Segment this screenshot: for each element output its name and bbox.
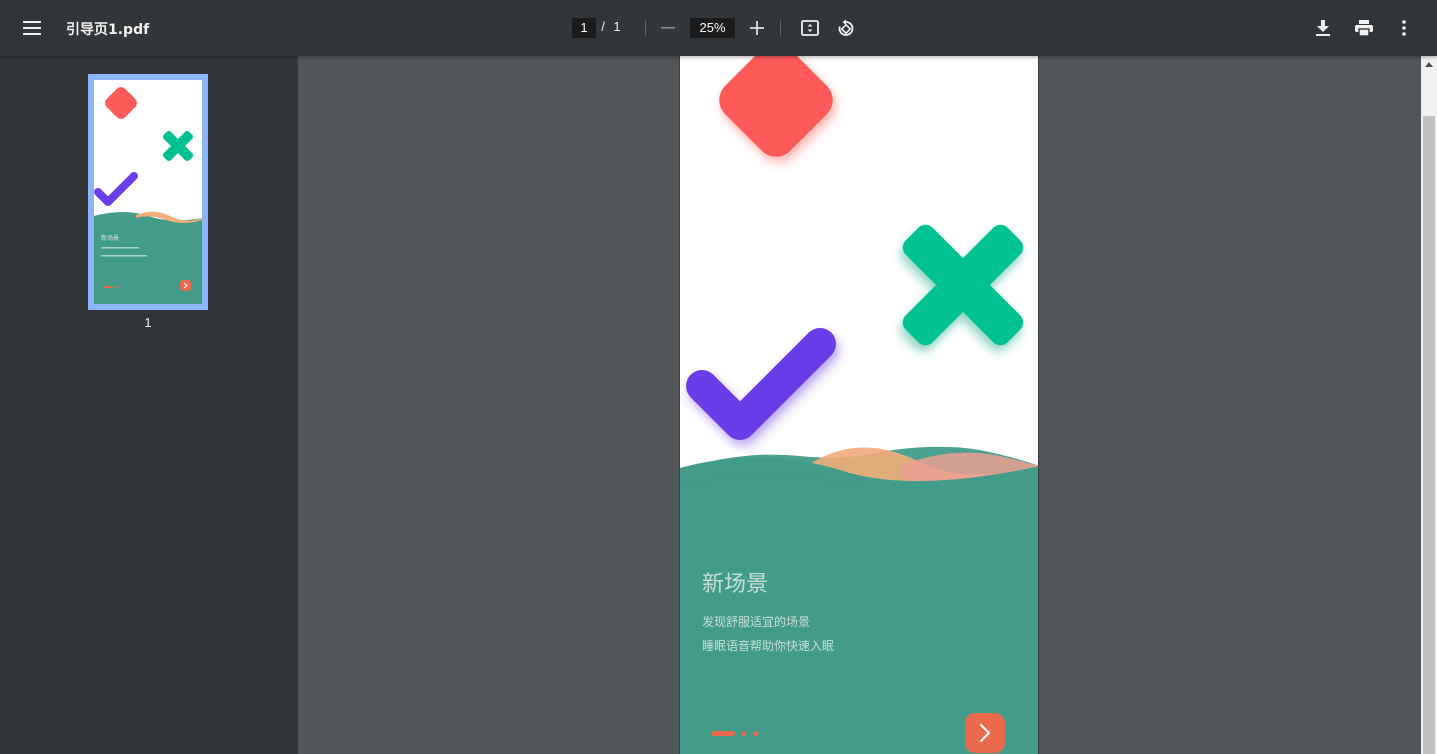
thumbnail-page-number: 1 [144, 315, 152, 330]
document-viewer[interactable]: 新场景 发现舒服适宜的场景 睡眠语音帮助你快速入眠 [298, 56, 1421, 754]
pdf-toolbar: 引导页1.pdf 1 / 1 25% [0, 0, 1437, 56]
scrollbar-thumb[interactable] [1423, 116, 1435, 754]
toolbar-divider [645, 20, 646, 36]
zoom-out-button[interactable] [650, 10, 686, 46]
rotate-button[interactable] [828, 10, 864, 46]
cross-shape [902, 224, 1024, 346]
zoom-out-icon [661, 27, 675, 29]
page-thumbnail[interactable]: 新场景 [88, 74, 208, 310]
next-arrow-icon [965, 713, 1005, 753]
fit-page-icon [801, 20, 819, 36]
onboarding-line-2: 睡眠语音帮助你快速入眠 [702, 639, 835, 653]
print-icon [1355, 20, 1373, 36]
zoom-input[interactable]: 25% [690, 18, 735, 38]
print-button[interactable] [1346, 10, 1382, 46]
total-pages: 1 [613, 19, 621, 34]
more-icon [1402, 20, 1406, 36]
check-shape [686, 328, 836, 440]
onboarding-heading: 新场景 [702, 572, 769, 597]
menu-button[interactable] [14, 10, 50, 46]
current-page-input[interactable]: 1 [572, 18, 596, 38]
pager-active-dot [711, 731, 735, 736]
vertical-scrollbar[interactable] [1421, 56, 1437, 754]
thumbnail-preview: 新场景 [94, 80, 202, 304]
pager-dot [753, 731, 759, 736]
zoom-in-icon [750, 21, 764, 35]
chevron-up-icon [1425, 61, 1433, 67]
toolbar-divider [780, 20, 781, 36]
document-title: 引导页1.pdf [66, 22, 150, 38]
download-button[interactable] [1305, 10, 1341, 46]
thumbnail-sidebar: 新场景 1 [0, 56, 298, 754]
pager-dot [741, 731, 747, 736]
thumbnail-illustration: 新场景 [94, 87, 202, 304]
fit-to-page-button[interactable] [792, 10, 828, 46]
zoom-in-button[interactable] [739, 10, 775, 46]
page-separator: / [601, 19, 605, 34]
download-icon [1316, 20, 1330, 36]
rotate-icon [838, 19, 854, 36]
rounded-square-shape [719, 56, 833, 157]
more-options-button[interactable] [1386, 10, 1422, 46]
svg-text:新场景: 新场景 [101, 234, 119, 242]
onboarding-line-1: 发现舒服适宜的场景 [702, 615, 811, 629]
pdf-page: 新场景 发现舒服适宜的场景 睡眠语音帮助你快速入眠 [679, 56, 1039, 754]
scroll-up-button[interactable] [1421, 56, 1437, 72]
menu-icon [23, 21, 41, 35]
